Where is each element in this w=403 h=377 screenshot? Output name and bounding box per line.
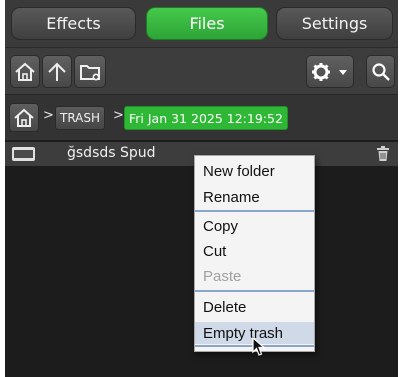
tab-effects[interactable]: Effects (11, 7, 136, 40)
file-icon (12, 147, 35, 161)
context-menu: New folder Rename Copy Cut Paste Delete … (194, 155, 315, 352)
search-icon (371, 62, 390, 81)
breadcrumb: > TRASH > Fri Jan 31 2025 12:19:52 (5, 94, 398, 140)
dropdown-arrow-icon (339, 69, 347, 75)
menu-separator (195, 210, 314, 212)
menu-item-delete[interactable]: Delete (195, 296, 314, 318)
toolbar (5, 47, 398, 94)
breadcrumb-current[interactable]: Fri Jan 31 2025 12:19:52 (124, 106, 288, 130)
file-name: ğsdsds Spud (67, 145, 156, 161)
new-folder-icon (80, 64, 100, 80)
tab-files[interactable]: Files (146, 7, 268, 40)
trash-icon[interactable] (377, 146, 389, 161)
gear-icon (312, 62, 330, 81)
menu-separator (195, 290, 314, 292)
search-button[interactable] (366, 55, 395, 88)
menu-item-new-folder[interactable]: New folder (195, 160, 314, 182)
gear-dropdown-graphic (312, 62, 347, 81)
tab-bar: Effects Files Settings (5, 0, 398, 47)
tab-settings[interactable]: Settings (276, 7, 393, 40)
breadcrumb-separator: > (113, 108, 124, 123)
files-panel: Effects Files Settings > TRASH > Fri Jan… (5, 0, 398, 377)
breadcrumb-separator: > (43, 108, 54, 123)
menu-item-paste: Paste (203, 267, 242, 285)
breadcrumb-trash[interactable]: TRASH (55, 106, 106, 130)
home-icon (14, 108, 34, 127)
home-icon (15, 62, 35, 81)
up-button[interactable] (42, 55, 72, 88)
menu-item-copy[interactable]: Copy (195, 215, 314, 237)
mouse-cursor-icon (252, 337, 266, 356)
home-button[interactable] (10, 55, 40, 88)
menu-item-rename[interactable]: Rename (195, 186, 314, 208)
menu-item-cut[interactable]: Cut (195, 240, 314, 262)
up-arrow-icon (48, 62, 66, 81)
settings-dropdown-button[interactable] (306, 55, 354, 88)
new-folder-button[interactable] (74, 55, 106, 88)
breadcrumb-home[interactable] (9, 103, 39, 132)
